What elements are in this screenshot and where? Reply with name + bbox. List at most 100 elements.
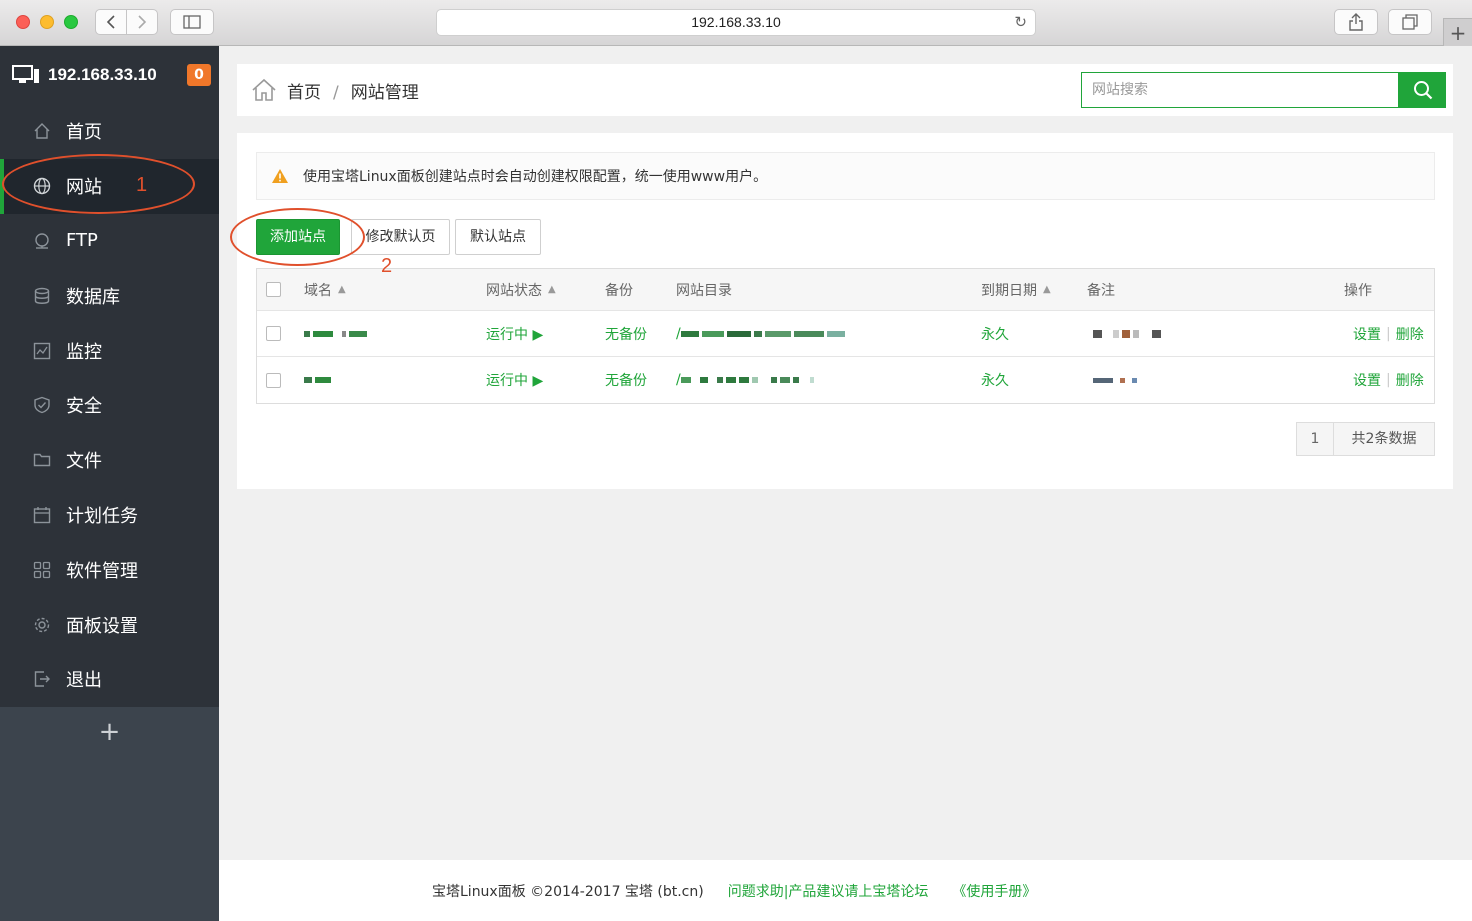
site-expire[interactable]: 永久 <box>981 311 1009 356</box>
sidebar-toggle-button[interactable] <box>170 9 214 35</box>
row-actions: 设置 | 删除 <box>1353 311 1424 356</box>
share-button[interactable] <box>1334 9 1378 35</box>
calendar-icon <box>33 506 51 524</box>
site-search-input[interactable]: 网站搜索 <box>1081 72 1399 108</box>
sidebar-item-label: 数据库 <box>66 286 120 308</box>
action-divider: | <box>1386 372 1391 388</box>
forum-link[interactable]: 问题求助|产品建议请上宝塔论坛 <box>728 881 929 901</box>
annotation-number-1: 1 <box>136 174 148 196</box>
sidebar-item-panel-settings[interactable]: 面板设置 <box>0 597 219 652</box>
default-site-button[interactable]: 默认站点 <box>455 219 541 255</box>
notice-text: 使用宝塔Linux面板创建站点时会自动创建权限配置，统一使用www用户。 <box>303 169 768 185</box>
footer-copyright: 宝塔Linux面板 ©2014-2017 宝塔 (bt.cn) <box>432 883 704 900</box>
notice-bar: 使用宝塔Linux面板创建站点时会自动创建权限配置，统一使用www用户。 <box>256 152 1435 200</box>
home-icon[interactable] <box>251 78 277 102</box>
sidebar-item-ftp[interactable]: FTP <box>0 214 219 269</box>
column-domain[interactable]: 域名 ▲ <box>304 269 346 310</box>
site-remark-redacted[interactable] <box>1093 311 1164 356</box>
page-number[interactable]: 1 <box>1297 423 1334 455</box>
sidebar-item-software[interactable]: 软件管理 <box>0 542 219 597</box>
settings-link[interactable]: 设置 <box>1353 370 1381 390</box>
sidebar-item-database[interactable]: 数据库 <box>0 268 219 323</box>
zoom-window-button[interactable] <box>64 15 78 29</box>
back-button[interactable] <box>95 9 127 35</box>
add-shortcut-button[interactable]: + <box>0 707 219 757</box>
action-divider: | <box>1386 325 1391 342</box>
total-count: 共2条数据 <box>1334 423 1434 455</box>
row-checkbox[interactable] <box>266 326 281 341</box>
site-domain-redacted[interactable] <box>304 357 334 403</box>
sidebar-item-security[interactable]: 安全 <box>0 378 219 433</box>
delete-link[interactable]: 删除 <box>1396 324 1424 344</box>
sidebar-item-label: 首页 <box>66 122 102 144</box>
folder-icon <box>33 451 51 469</box>
column-status-label: 网站状态 <box>486 282 542 299</box>
address-text: 192.168.33.10 <box>691 14 781 30</box>
column-expire[interactable]: 到期日期 ▲ <box>981 269 1051 310</box>
annotation-number-2: 2 <box>381 255 393 277</box>
site-backup[interactable]: 无备份 <box>605 311 647 356</box>
logout-icon <box>33 670 51 688</box>
close-window-button[interactable] <box>16 15 30 29</box>
server-ip: 192.168.33.10 <box>48 65 157 84</box>
sidebar-item-cron[interactable]: 计划任务 <box>0 488 219 543</box>
home-icon <box>33 122 51 140</box>
site-status[interactable]: 运行中 ▶ <box>486 311 543 356</box>
site-root-redacted[interactable]: / <box>676 357 817 403</box>
address-bar[interactable]: 192.168.33.10 ↻ <box>436 9 1036 36</box>
footer: 宝塔Linux面板 ©2014-2017 宝塔 (bt.cn) 问题求助|产品建… <box>219 860 1472 921</box>
grid-icon <box>33 561 51 579</box>
shield-icon <box>33 396 51 414</box>
row-actions: 设置 | 删除 <box>1353 357 1424 403</box>
edit-default-page-button[interactable]: 修改默认页 <box>351 219 450 255</box>
search-button[interactable] <box>1399 72 1446 108</box>
sidebar-item-label: 面板设置 <box>66 615 138 637</box>
breadcrumb-separator: / <box>333 83 339 103</box>
new-tab-button[interactable]: + <box>1443 18 1472 46</box>
gear-icon <box>33 616 51 634</box>
minimize-window-button[interactable] <box>40 15 54 29</box>
sidebar-icon <box>183 15 201 29</box>
site-status[interactable]: 运行中 ▶ <box>486 357 543 403</box>
show-tabs-button[interactable] <box>1388 9 1432 35</box>
tabs-icon <box>1402 14 1418 30</box>
sidebar-item-logout[interactable]: 退出 <box>0 652 219 707</box>
sidebar-item-monitor[interactable]: 监控 <box>0 323 219 378</box>
sites-table: 域名 ▲ 网站状态 ▲ 备份 网站目录 到期日期 ▲ 备注 操作 运行中 ▶ 无备份 … <box>256 268 1435 404</box>
sidebar-item-home[interactable]: 首页 <box>0 104 219 159</box>
manual-link[interactable]: 《使用手册》 <box>952 881 1036 901</box>
share-icon <box>1349 13 1363 31</box>
forward-button[interactable] <box>126 9 158 35</box>
annotation-ring-website <box>2 154 195 214</box>
sidebar-item-label: 安全 <box>66 396 102 418</box>
site-expire[interactable]: 永久 <box>981 357 1009 403</box>
server-header: 192.168.33.10 0 <box>0 46 219 104</box>
column-remark: 备注 <box>1087 282 1115 299</box>
settings-link[interactable]: 设置 <box>1353 324 1381 344</box>
row-checkbox[interactable] <box>266 372 281 388</box>
breadcrumb-home[interactable]: 首页 <box>287 83 321 103</box>
delete-link[interactable]: 删除 <box>1396 370 1424 390</box>
sidebar-item-label: 软件管理 <box>66 560 138 582</box>
sidebar-item-label: 退出 <box>66 670 102 692</box>
sidebar-item-files[interactable]: 文件 <box>0 433 219 488</box>
table-row: 运行中 ▶ 无备份 / 永久 设置 | 删除 <box>257 311 1434 357</box>
sort-asc-icon: ▲ <box>548 284 556 295</box>
sort-asc-icon: ▲ <box>1043 284 1051 295</box>
site-remark-redacted[interactable] <box>1093 357 1140 403</box>
pagination: 1 共2条数据 <box>1296 422 1435 456</box>
site-root-redacted[interactable]: / <box>676 311 848 356</box>
column-status[interactable]: 网站状态 ▲ <box>486 269 556 310</box>
sidebar-item-label: 文件 <box>66 451 102 473</box>
main-content: 首页 / 网站管理 网站搜索 使用宝塔Linux面板创建站点时会自动创建权限配置，统… <box>219 46 1472 921</box>
column-root: 网站目录 <box>676 282 732 299</box>
table-header: 域名 ▲ 网站状态 ▲ 备份 网站目录 到期日期 ▲ 备注 操作 <box>257 269 1434 311</box>
sidebar-item-label: FTP <box>66 230 98 252</box>
site-backup[interactable]: 无备份 <box>605 357 647 403</box>
sidebar-item-label: 计划任务 <box>66 505 138 527</box>
select-all-checkbox[interactable] <box>266 282 281 297</box>
reload-icon[interactable]: ↻ <box>1014 10 1027 35</box>
breadcrumb-current: 网站管理 <box>350 83 419 103</box>
site-domain-redacted[interactable] <box>304 311 370 356</box>
message-badge[interactable]: 0 <box>187 64 211 86</box>
